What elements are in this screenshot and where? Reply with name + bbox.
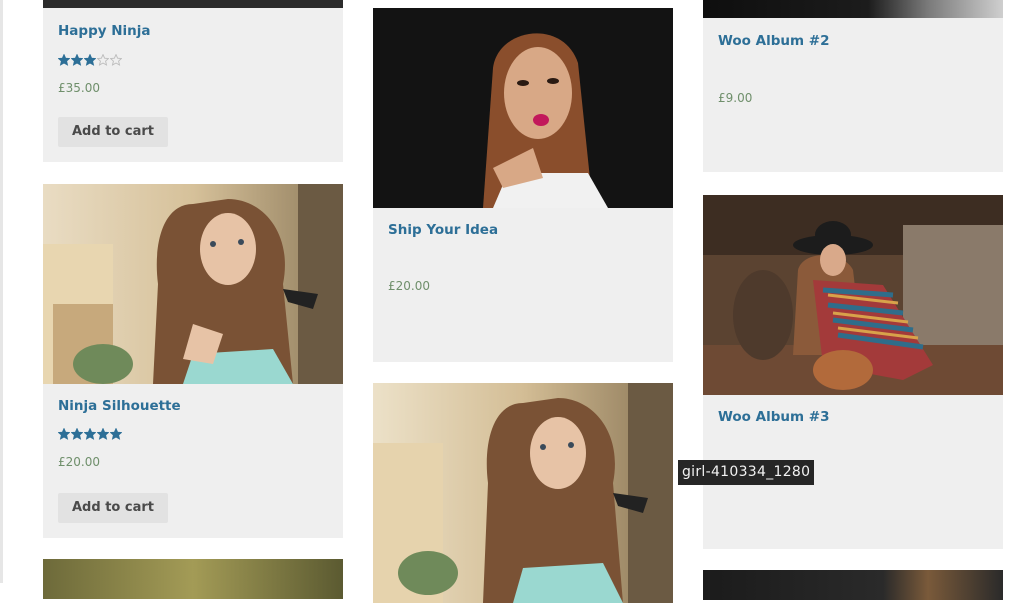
left-border (0, 0, 3, 583)
product-title-ninja-silhouette[interactable]: Ninja Silhouette (58, 398, 181, 414)
product-image-happy-ninja[interactable] (43, 0, 343, 8)
star-filled-icon (84, 54, 96, 66)
product-title-woo-album-3[interactable]: Woo Album #3 (718, 409, 829, 425)
product-card-ship-your-idea: Ship Your Idea £20.00 (373, 8, 673, 362)
star-rating (58, 428, 122, 440)
star-empty-icon (110, 54, 122, 66)
product-card-partial (43, 559, 343, 599)
product-image-partial-right[interactable] (703, 570, 1003, 600)
product-card-woo-album-2: Woo Album #2 £9.00 (703, 0, 1003, 172)
image-filename-tooltip: girl-410334_1280 (678, 460, 815, 485)
star-rating (58, 54, 122, 66)
girl-photo-icon (43, 184, 343, 384)
product-title-happy-ninja[interactable]: Happy Ninja (58, 23, 151, 39)
product-card-partial-right (703, 570, 1003, 600)
product-price: £35.00 (58, 81, 100, 95)
product-image-partial[interactable] (43, 559, 343, 599)
star-filled-icon (58, 54, 70, 66)
product-card-girl-image (373, 383, 673, 603)
star-filled-icon (71, 428, 83, 440)
product-card-happy-ninja: Happy Ninja £35.00 Add to cart (43, 0, 343, 162)
star-empty-icon (97, 54, 109, 66)
product-image-woo-album-2[interactable] (703, 0, 1003, 18)
product-title-ship-your-idea[interactable]: Ship Your Idea (388, 222, 498, 238)
product-card-ninja-silhouette: Ninja Silhouette £20.00 Add to cart (43, 184, 343, 538)
product-image-girl[interactable] (373, 383, 673, 603)
add-to-cart-button[interactable]: Add to cart (58, 493, 168, 523)
add-to-cart-button[interactable]: Add to cart (58, 117, 168, 147)
product-image-ninja-silhouette[interactable] (43, 184, 343, 384)
woman-portrait-icon (373, 8, 673, 208)
star-filled-icon (84, 428, 96, 440)
product-image-woo-album-3[interactable] (703, 195, 1003, 395)
girl-photo-icon (373, 383, 673, 603)
star-filled-icon (71, 54, 83, 66)
product-price: £20.00 (58, 455, 100, 469)
bohemian-woman-icon (703, 195, 1003, 395)
product-title-woo-album-2[interactable]: Woo Album #2 (718, 33, 829, 49)
product-card-woo-album-3: Woo Album #3 (703, 195, 1003, 549)
product-price: £20.00 (388, 279, 430, 293)
star-filled-icon (58, 428, 70, 440)
product-image-ship-your-idea[interactable] (373, 8, 673, 208)
star-filled-icon (97, 428, 109, 440)
product-price: £9.00 (718, 91, 753, 105)
star-filled-icon (110, 428, 122, 440)
